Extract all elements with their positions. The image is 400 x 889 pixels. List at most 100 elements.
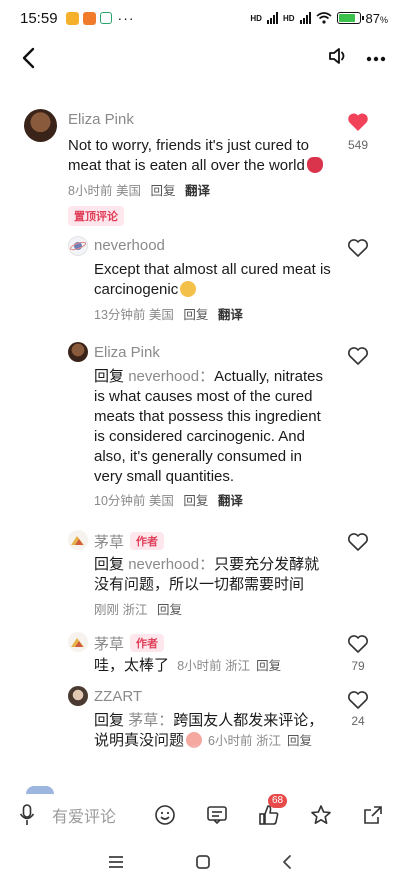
emoji-button[interactable] — [152, 802, 178, 828]
signal-icon — [266, 12, 278, 24]
like-button[interactable] — [346, 532, 370, 557]
mountain-icon — [71, 536, 84, 545]
menu-nav-button[interactable] — [107, 855, 125, 874]
author-badge: 作者 — [130, 532, 165, 550]
comment-text: Except that almost all cured meat is car… — [94, 261, 331, 298]
comment-username[interactable]: neverhood — [94, 237, 165, 254]
comment-composer: 有爱评论 68 — [0, 792, 400, 838]
more-icon — [366, 56, 386, 62]
avatar[interactable] — [68, 632, 88, 652]
signal-icon — [299, 12, 311, 24]
microphone-icon — [19, 804, 35, 825]
like-button[interactable] — [346, 112, 370, 137]
status-time: 15:59 — [20, 9, 58, 27]
avatar[interactable] — [68, 342, 88, 362]
comment-username[interactable]: ZZART — [94, 688, 142, 705]
comment-icon — [207, 806, 227, 825]
reply-button[interactable]: 回复 — [183, 308, 208, 322]
menu-icon — [109, 855, 123, 868]
smiley-icon — [155, 805, 175, 825]
comment-meta: 刚刚 浙江 回复 — [94, 603, 183, 617]
mention-link[interactable]: neverhood： — [128, 368, 214, 385]
notification-icon — [65, 11, 79, 25]
back-button[interactable] — [14, 44, 42, 72]
status-bar: 15:59 ··· HD HD 87% — [0, 0, 400, 36]
voice-input-button[interactable] — [14, 802, 40, 828]
comment-text: 回复 neverhood：Actually, nitrates is what … — [94, 368, 324, 485]
home-square-icon — [196, 854, 210, 869]
avatar[interactable] — [68, 686, 88, 706]
comment-username[interactable]: Eliza Pink — [94, 344, 160, 361]
heart-outline-icon — [348, 635, 368, 653]
comment-username[interactable]: Eliza Pink — [68, 111, 134, 128]
avatar[interactable] — [68, 236, 88, 256]
wifi-icon — [315, 12, 332, 24]
more-notifications-icon: ··· — [117, 10, 135, 26]
avatar[interactable] — [24, 109, 57, 142]
reply-button[interactable]: 回复 — [157, 603, 182, 617]
rose-emoji-icon — [306, 157, 323, 173]
sound-button[interactable] — [328, 46, 350, 71]
mention-link[interactable]: neverhood： — [128, 556, 214, 573]
speaker-icon — [329, 47, 345, 64]
share-button[interactable] — [360, 802, 386, 828]
comment-meta: 8小时前 美国 回复 翻译 — [68, 184, 210, 198]
reply-button[interactable]: 回复 — [183, 494, 208, 508]
share-icon — [364, 806, 382, 824]
like-count: 549 — [347, 138, 369, 152]
like-button[interactable] — [346, 346, 370, 371]
notification-icon — [99, 12, 112, 24]
like-count: 79 — [351, 659, 365, 673]
back-nav-button[interactable] — [281, 854, 293, 875]
comment-meta: 13分钟前 美国 回复 翻译 — [94, 308, 243, 322]
comment-text: 哇，太棒了 8小时前 浙江 回复 — [94, 657, 282, 674]
heart-outline-icon — [348, 239, 368, 257]
network-type: HD — [250, 13, 262, 23]
more-options-button[interactable] — [366, 49, 386, 67]
system-nav-bar — [0, 848, 400, 880]
like-button[interactable] — [346, 690, 370, 715]
planet-icon — [69, 241, 87, 251]
comment-input[interactable]: 有爱评论 — [52, 803, 152, 827]
reply-button[interactable]: 回复 — [256, 659, 281, 673]
comment-meta: 10分钟前 美国 回复 翻译 — [94, 494, 243, 508]
comment-username[interactable]: 茅草 作者 — [94, 633, 165, 654]
top-bar — [0, 38, 400, 78]
notification-icon — [82, 11, 96, 25]
home-nav-button[interactable] — [195, 854, 211, 875]
mountain-icon — [71, 638, 84, 647]
scroll-fade — [80, 744, 360, 764]
like-button[interactable] — [346, 238, 370, 263]
status-indicators: HD HD 87% — [250, 11, 388, 26]
network-type: HD — [282, 13, 295, 23]
heart-outline-icon — [348, 347, 368, 365]
comment-meta: 8小时前 浙江 回复 — [177, 659, 282, 673]
like-button[interactable] — [346, 634, 370, 659]
like-post-button[interactable]: 68 — [256, 794, 288, 828]
heart-filled-icon — [348, 113, 368, 131]
like-count-badge: 68 — [268, 794, 288, 808]
battery-level: 87% — [365, 10, 388, 26]
comment-list: Eliza Pink Not to worry, friends it's ju… — [0, 100, 400, 760]
translate-button[interactable]: 翻译 — [185, 184, 210, 198]
comments-button[interactable] — [204, 802, 230, 828]
heart-outline-icon — [348, 691, 368, 709]
like-count: 24 — [351, 714, 365, 728]
author-badge: 作者 — [130, 634, 165, 652]
avatar[interactable] — [68, 530, 88, 550]
face-emoji-icon — [180, 281, 197, 297]
comment-username[interactable]: 茅草 作者 — [94, 531, 165, 552]
translate-button[interactable]: 翻译 — [218, 308, 243, 322]
heart-outline-icon — [348, 533, 368, 551]
battery-icon — [336, 12, 364, 24]
translate-button[interactable]: 翻译 — [218, 494, 243, 508]
comment-text: Not to worry, friends it's just cured to… — [68, 136, 330, 176]
pinned-badge: 置顶评论 — [68, 206, 124, 226]
chevron-left-icon — [22, 47, 35, 69]
comment-text: 回复 neverhood：只要充分发酵就没有问题，所以一切都需要时间 — [94, 556, 320, 593]
reply-button[interactable]: 回复 — [150, 184, 175, 198]
mention-link[interactable]: 茅草： — [128, 712, 173, 729]
star-icon — [311, 805, 331, 824]
back-triangle-icon — [283, 854, 291, 869]
favorite-button[interactable] — [308, 802, 334, 828]
